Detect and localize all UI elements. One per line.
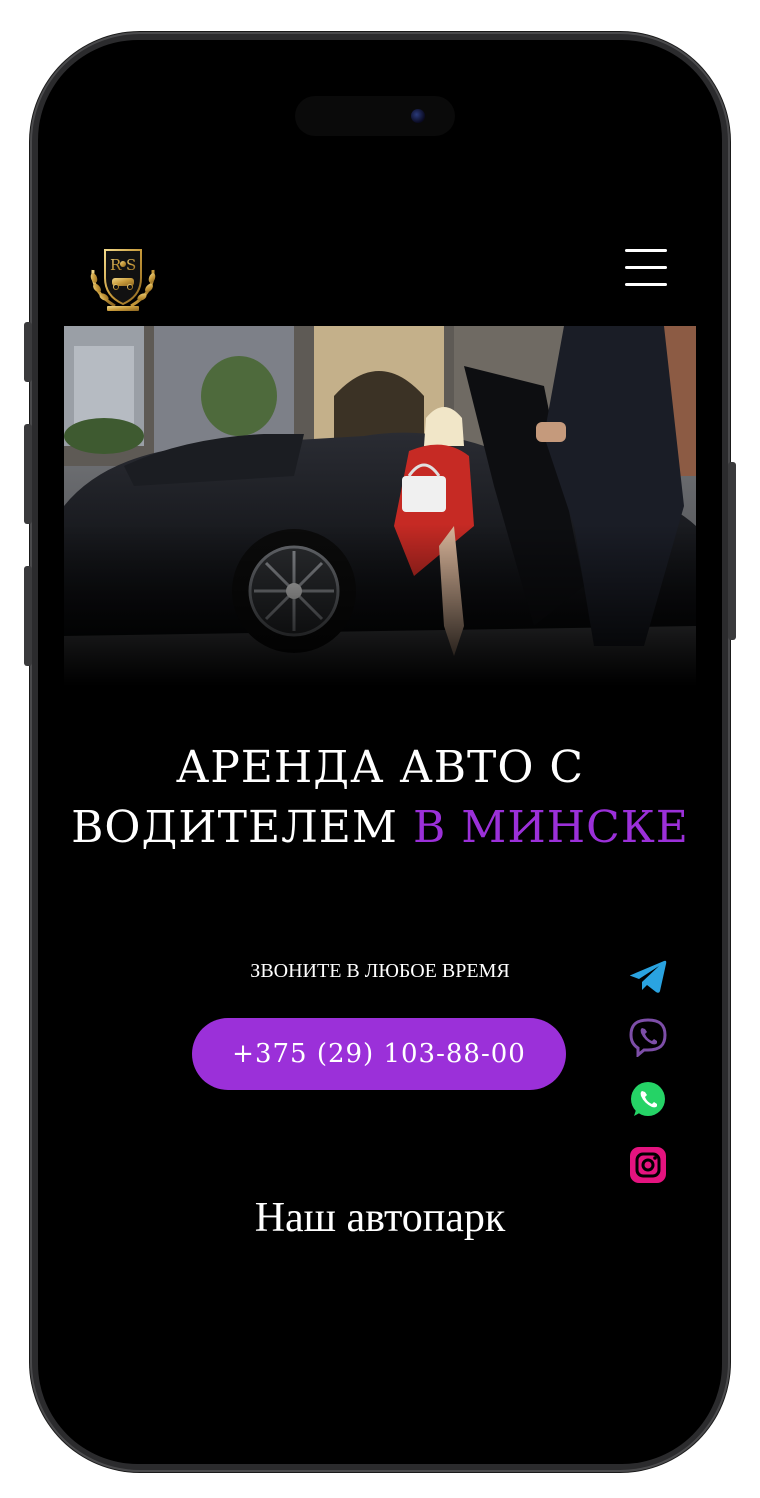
headline-accent: В МИНСКЕ — [412, 802, 689, 853]
hamburger-menu-icon-line — [625, 283, 667, 286]
call-caption: ЗВОНИТЕ В ЛЮБОЕ ВРЕМЯ — [250, 960, 510, 982]
phone-power-button — [728, 462, 736, 640]
hamburger-menu-icon-line — [625, 249, 667, 252]
viber-icon[interactable] — [628, 1017, 668, 1059]
dynamic-island — [295, 96, 455, 136]
brand-logo[interactable]: R S — [85, 240, 161, 316]
section-title-autopark: Наш автопарк — [254, 1195, 506, 1241]
camera-icon — [411, 109, 425, 123]
hamburger-menu-icon-line — [625, 266, 667, 269]
headline-line2: ВОДИТЕЛЕМ — [71, 802, 398, 853]
whatsapp-icon[interactable] — [628, 1080, 668, 1120]
telegram-icon[interactable] — [628, 956, 668, 996]
instagram-icon[interactable] — [628, 1145, 668, 1185]
svg-text:S: S — [126, 256, 136, 274]
phone-call-button[interactable]: +375 (29) 103-88-00 — [192, 1018, 566, 1090]
hero-headline: АРЕНДА АВТО С ВОДИТЕЛЕМ В МИНСКЕ — [50, 738, 710, 858]
hero-image — [64, 326, 696, 686]
screen: R S АРЕНДА АВТО С ВОДИТЕЛЕМ В МИНСКЕ ЗВО… — [50, 52, 710, 1452]
phone-action-button — [24, 322, 32, 382]
menu-button[interactable] — [625, 249, 667, 287]
headline-line1: АРЕНДА АВТО С — [175, 742, 585, 793]
phone-volume-down-button — [24, 566, 32, 666]
phone-volume-up-button — [24, 424, 32, 524]
